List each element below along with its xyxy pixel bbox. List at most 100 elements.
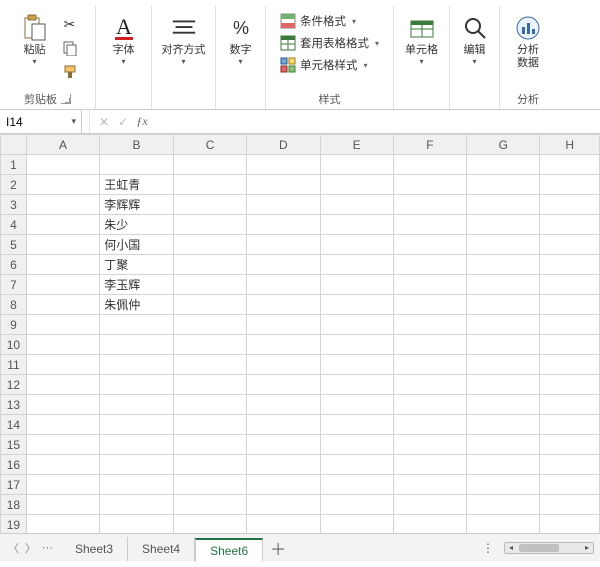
cell[interactable]	[320, 215, 393, 235]
cell[interactable]	[540, 435, 600, 455]
cell[interactable]	[247, 195, 320, 215]
cell[interactable]	[247, 415, 320, 435]
cell[interactable]	[173, 515, 246, 534]
copy-button[interactable]	[59, 38, 81, 58]
cell[interactable]	[26, 335, 99, 355]
cell[interactable]	[467, 235, 540, 255]
insert-function-button[interactable]: ƒx	[134, 114, 150, 129]
cell-styles-button[interactable]: 单元格样式 ▾	[278, 54, 370, 76]
cell[interactable]	[540, 315, 600, 335]
cell[interactable]	[26, 195, 99, 215]
cell[interactable]	[100, 355, 174, 375]
cell[interactable]	[100, 335, 174, 355]
cell[interactable]	[26, 255, 99, 275]
cell[interactable]	[467, 295, 540, 315]
tab-nav-next[interactable]: 〉	[25, 540, 36, 556]
cell[interactable]	[393, 335, 466, 355]
name-box-dropdown-icon[interactable]: ▾	[66, 116, 81, 127]
scroll-right-icon[interactable]: ▸	[581, 543, 593, 553]
cell[interactable]	[467, 155, 540, 175]
cell[interactable]	[320, 335, 393, 355]
cancel-formula-button[interactable]: ✕	[96, 115, 112, 129]
cell[interactable]	[540, 415, 600, 435]
add-sheet-button[interactable]: ＋	[263, 536, 293, 560]
cell[interactable]	[247, 215, 320, 235]
cell[interactable]	[540, 275, 600, 295]
cell[interactable]	[247, 275, 320, 295]
cell[interactable]	[320, 375, 393, 395]
cell[interactable]	[540, 235, 600, 255]
cell[interactable]	[393, 415, 466, 435]
cell[interactable]	[100, 415, 174, 435]
cell[interactable]	[393, 495, 466, 515]
cell[interactable]	[467, 355, 540, 375]
cell[interactable]	[26, 515, 99, 534]
cell[interactable]	[26, 235, 99, 255]
row-header[interactable]: 1	[1, 155, 27, 175]
cell[interactable]	[467, 415, 540, 435]
cell[interactable]	[26, 455, 99, 475]
cell[interactable]	[467, 315, 540, 335]
cell[interactable]	[100, 315, 174, 335]
cell[interactable]	[320, 255, 393, 275]
cell[interactable]	[467, 495, 540, 515]
column-header[interactable]: B	[100, 135, 174, 155]
cell[interactable]	[540, 295, 600, 315]
cell[interactable]	[320, 495, 393, 515]
formula-input[interactable]	[156, 110, 600, 133]
row-header[interactable]: 9	[1, 315, 27, 335]
cut-button[interactable]: ✂	[59, 14, 81, 34]
row-header[interactable]: 12	[1, 375, 27, 395]
cell[interactable]	[320, 155, 393, 175]
cell[interactable]	[173, 415, 246, 435]
cell[interactable]	[320, 295, 393, 315]
column-header[interactable]: F	[393, 135, 466, 155]
cell[interactable]	[26, 315, 99, 335]
cell[interactable]: 王虹青	[100, 175, 174, 195]
cell[interactable]	[320, 275, 393, 295]
row-header[interactable]: 3	[1, 195, 27, 215]
conditional-formatting-button[interactable]: 条件格式 ▾	[278, 10, 358, 32]
cell[interactable]	[540, 335, 600, 355]
row-header[interactable]: 6	[1, 255, 27, 275]
cell[interactable]	[247, 175, 320, 195]
cell[interactable]	[467, 275, 540, 295]
cell[interactable]	[393, 155, 466, 175]
row-header[interactable]: 7	[1, 275, 27, 295]
cell[interactable]	[247, 455, 320, 475]
clipboard-dialog-launcher[interactable]	[61, 94, 71, 104]
column-header[interactable]: A	[26, 135, 99, 155]
row-header[interactable]: 11	[1, 355, 27, 375]
cell[interactable]	[467, 455, 540, 475]
editing-button[interactable]: 编辑 ▾	[455, 10, 495, 66]
cell[interactable]	[540, 215, 600, 235]
tab-nav-more[interactable]: ⋯	[42, 541, 53, 554]
cell[interactable]	[393, 435, 466, 455]
cell[interactable]	[100, 435, 174, 455]
cell[interactable]	[393, 355, 466, 375]
cell[interactable]	[173, 195, 246, 215]
cell[interactable]	[393, 215, 466, 235]
worksheet-grid[interactable]: ABCDEFGH12王虹青3李辉辉4朱少5何小国6丁聚7李玉辉8朱佩仲91011…	[0, 134, 600, 533]
cell[interactable]	[100, 375, 174, 395]
column-header[interactable]: H	[540, 135, 600, 155]
cell[interactable]	[393, 375, 466, 395]
column-header[interactable]: C	[173, 135, 246, 155]
cell[interactable]	[173, 275, 246, 295]
cell[interactable]	[26, 215, 99, 235]
cell[interactable]	[393, 455, 466, 475]
row-header[interactable]: 18	[1, 495, 27, 515]
cell[interactable]	[393, 175, 466, 195]
cell[interactable]	[173, 255, 246, 275]
cell[interactable]	[173, 375, 246, 395]
font-button[interactable]: A 字体 ▾	[104, 10, 144, 66]
cell[interactable]: 李辉辉	[100, 195, 174, 215]
cell[interactable]	[26, 275, 99, 295]
alignment-button[interactable]: 对齐方式 ▾	[158, 10, 210, 66]
cell[interactable]	[173, 215, 246, 235]
cell[interactable]	[540, 515, 600, 534]
scroll-left-icon[interactable]: ◂	[505, 543, 517, 553]
cell[interactable]	[100, 455, 174, 475]
cell[interactable]	[173, 175, 246, 195]
row-header[interactable]: 16	[1, 455, 27, 475]
